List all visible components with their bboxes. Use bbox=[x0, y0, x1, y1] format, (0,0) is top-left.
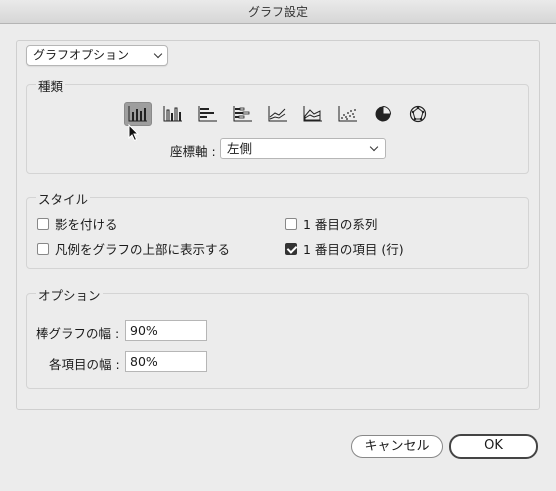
radar-chart-icon[interactable] bbox=[404, 102, 432, 126]
pie-chart-icon[interactable] bbox=[369, 102, 397, 126]
panel-selector-dropdown[interactable]: グラフオプション bbox=[26, 45, 168, 66]
first-row-checkbox[interactable]: 1 番目の系列 bbox=[285, 214, 377, 233]
first-column-checkbox-box[interactable] bbox=[285, 242, 297, 255]
shadow-checkbox[interactable]: 影を付ける bbox=[37, 214, 118, 233]
options-legend: オプション bbox=[36, 285, 103, 304]
chart-type-legend: 種類 bbox=[36, 76, 66, 95]
scatter-chart-icon[interactable] bbox=[334, 102, 362, 126]
chevron-down-icon bbox=[153, 49, 163, 59]
horizontal-bar-icon[interactable] bbox=[194, 102, 222, 126]
line-chart-icon[interactable] bbox=[264, 102, 292, 126]
axis-select-value: 左側 bbox=[227, 141, 253, 156]
ok-button[interactable]: OK bbox=[449, 434, 538, 459]
first-column-checkbox[interactable]: 1 番目の項目 (行) bbox=[285, 239, 404, 258]
cluster-width-label: 各項目の幅 : bbox=[49, 357, 120, 372]
vertical-bar-icon[interactable] bbox=[124, 102, 152, 126]
mouse-cursor-icon bbox=[128, 124, 140, 142]
style-legend: スタイル bbox=[36, 189, 91, 208]
bar-width-label: 棒グラフの幅 : bbox=[36, 326, 120, 341]
area-chart-icon[interactable] bbox=[299, 102, 327, 126]
panel-selector-value: グラフオプション bbox=[33, 48, 130, 62]
legend-top-checkbox-box[interactable] bbox=[37, 242, 49, 255]
first-column-checkbox-label: 1 番目の項目 (行) bbox=[303, 242, 404, 257]
cancel-button[interactable]: キャンセル bbox=[351, 435, 443, 458]
first-row-checkbox-label: 1 番目の系列 bbox=[303, 217, 378, 232]
horizontal-stacked-bar-icon[interactable] bbox=[229, 102, 257, 126]
first-row-checkbox-box[interactable] bbox=[285, 217, 297, 230]
stacked-bar-icon[interactable] bbox=[159, 102, 187, 126]
bar-width-input[interactable]: 90% bbox=[125, 320, 207, 341]
legend-top-checkbox[interactable]: 凡例をグラフの上部に表示する bbox=[37, 239, 230, 258]
chevron-down-icon bbox=[369, 142, 379, 152]
style-group bbox=[26, 197, 529, 269]
axis-label: 座標軸 : bbox=[170, 144, 216, 159]
chart-type-group bbox=[26, 84, 529, 174]
shadow-checkbox-label: 影を付ける bbox=[55, 217, 118, 232]
axis-select[interactable]: 左側 bbox=[220, 138, 386, 159]
window-title: グラフ設定 bbox=[0, 0, 556, 24]
shadow-checkbox-box[interactable] bbox=[37, 217, 49, 230]
cluster-width-input[interactable]: 80% bbox=[125, 351, 207, 372]
legend-top-checkbox-label: 凡例をグラフの上部に表示する bbox=[55, 242, 231, 257]
